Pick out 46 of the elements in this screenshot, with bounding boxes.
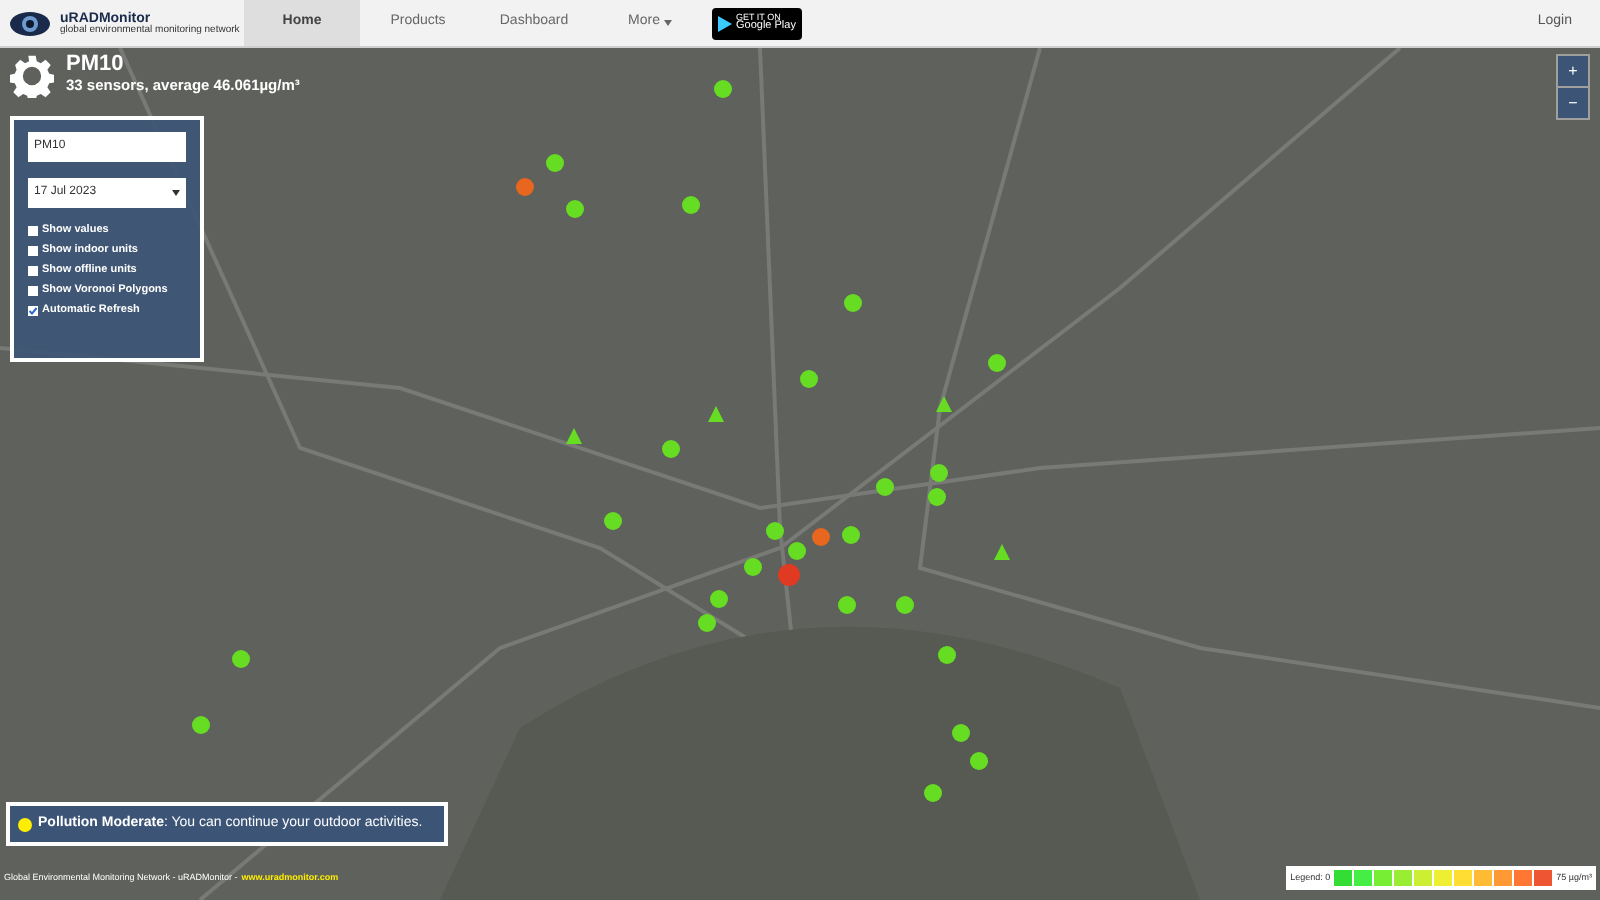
sensor-marker[interactable] — [927, 487, 945, 505]
sensor-marker[interactable] — [936, 396, 952, 412]
gear-icon[interactable] — [10, 54, 54, 98]
sensor-marker[interactable] — [951, 723, 969, 741]
sensor-marker[interactable] — [811, 527, 829, 545]
zoom-in-button[interactable]: + — [1558, 56, 1588, 86]
sensor-marker[interactable] — [713, 79, 731, 97]
sensor-marker[interactable] — [929, 463, 947, 481]
checkbox[interactable] — [28, 225, 38, 235]
sensor-marker[interactable] — [661, 439, 679, 457]
zoom-out-button[interactable]: − — [1558, 88, 1588, 118]
sensor-marker[interactable] — [777, 563, 799, 585]
checkbox[interactable] — [28, 285, 38, 295]
sensor-marker[interactable] — [937, 645, 955, 663]
sensor-marker[interactable] — [875, 477, 893, 495]
sensor-marker[interactable] — [545, 153, 563, 171]
checkbox[interactable] — [28, 265, 38, 275]
checkbox[interactable] — [28, 305, 38, 315]
sensor-marker[interactable] — [841, 525, 859, 543]
parameter-title: PM10 — [66, 54, 126, 76]
sensor-marker[interactable] — [566, 428, 582, 444]
eye-logo-icon — [8, 7, 52, 39]
sensor-marker[interactable] — [697, 613, 715, 631]
sensor-marker[interactable] — [765, 521, 783, 539]
sensor-marker[interactable] — [969, 751, 987, 769]
sensor-marker[interactable] — [191, 715, 209, 733]
sensor-marker[interactable] — [231, 649, 249, 667]
sensor-marker[interactable] — [843, 293, 861, 311]
sensor-marker[interactable] — [708, 406, 724, 422]
sensor-marker[interactable] — [799, 369, 817, 387]
sensor-marker[interactable] — [895, 595, 913, 613]
sensor-marker[interactable] — [923, 783, 941, 801]
sensor-marker[interactable] — [994, 544, 1010, 560]
map-drawing[interactable] — [0, 48, 1600, 900]
checkbox[interactable] — [28, 245, 38, 255]
sensor-marker[interactable] — [681, 195, 699, 213]
sensor-marker[interactable] — [743, 557, 761, 575]
sensor-marker[interactable] — [515, 177, 533, 195]
play-icon — [718, 15, 732, 31]
sensor-marker[interactable] — [603, 511, 621, 529]
sensor-marker[interactable] — [709, 589, 727, 607]
sensor-marker[interactable] — [837, 595, 855, 613]
caret-icon — [172, 190, 180, 196]
sensor-marker[interactable] — [787, 541, 805, 559]
sensor-marker[interactable] — [565, 199, 583, 217]
sensor-marker[interactable] — [987, 353, 1005, 371]
